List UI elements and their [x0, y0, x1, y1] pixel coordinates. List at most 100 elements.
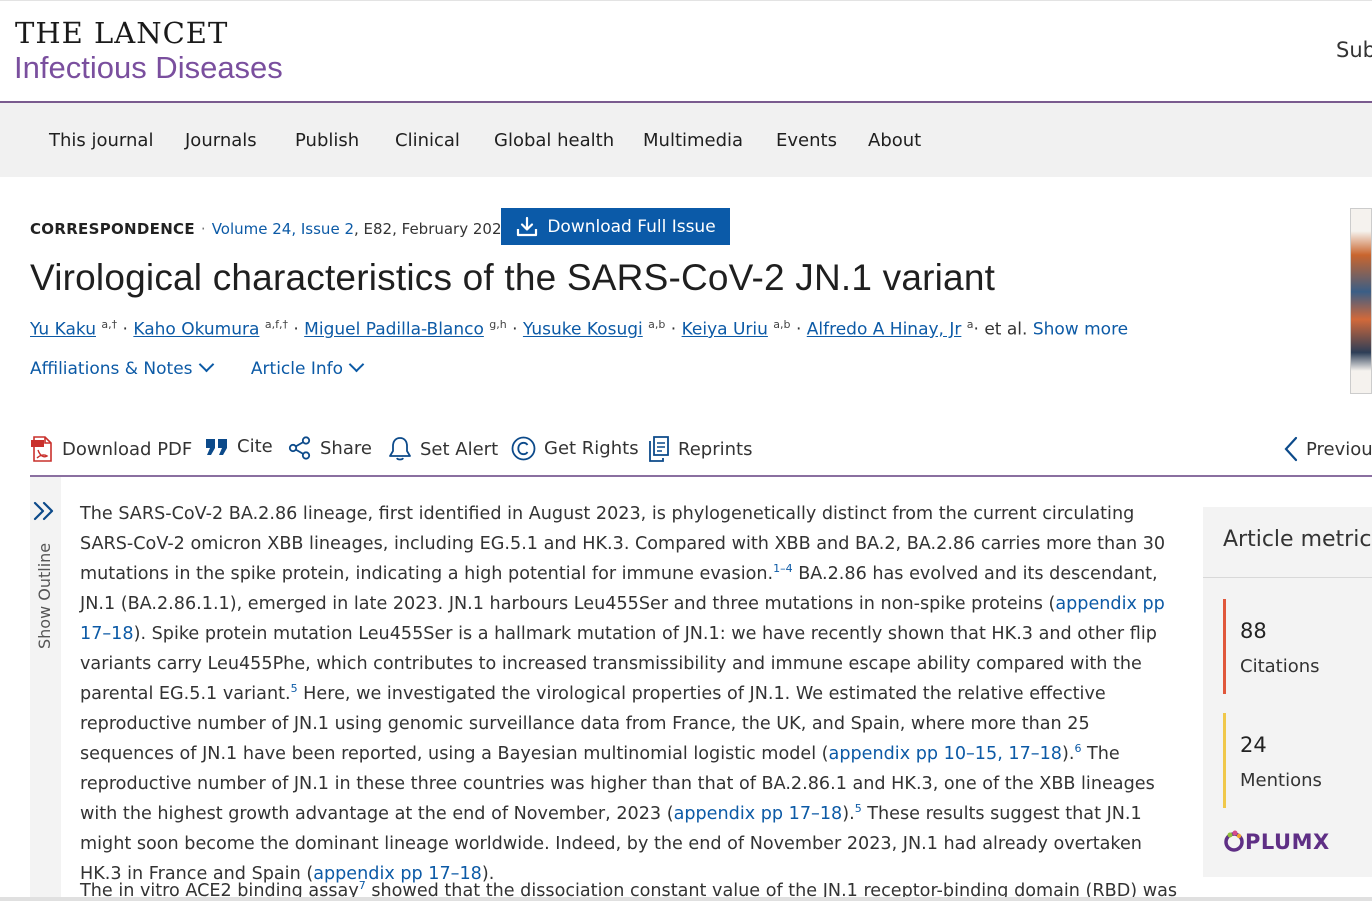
body-text-run: ). [842, 804, 855, 824]
quote-icon [206, 438, 227, 455]
toolbar-divider [30, 475, 1372, 477]
page-date: E82, February 2024 [363, 220, 512, 238]
reference-link[interactable]: 7 [359, 879, 366, 892]
citations-label: Citations [1240, 656, 1320, 677]
article-type: CORRESPONDENCE [30, 220, 195, 238]
body-paragraph: The SARS-CoV-2 BA.2.86 lineage, first id… [80, 499, 1182, 889]
author-affiliation-sup: a,b [773, 318, 791, 331]
author-separator: · [973, 319, 985, 340]
nav-global-health[interactable]: Global health [494, 130, 614, 151]
volume-issue-link[interactable]: Volume 24, Issue 2 [212, 220, 354, 238]
share-label: Share [320, 437, 372, 459]
reprints-label: Reprints [678, 438, 753, 460]
download-pdf-button[interactable]: Download PDF [30, 436, 192, 462]
body-paragraph-2: The in vitro ACE2 binding assay7 showed … [80, 876, 1182, 906]
journal-cover-thumbnail[interactable] [1350, 208, 1372, 394]
nav-events[interactable]: Events [776, 130, 837, 151]
reference-link[interactable]: 1–4 [773, 562, 793, 575]
body-text-run: ). [1061, 744, 1075, 764]
share-icon [288, 436, 311, 460]
nav-about[interactable]: About [868, 130, 921, 151]
citations-count[interactable]: 88 [1240, 619, 1267, 643]
separator-dot: · [200, 220, 206, 238]
author-link[interactable]: Kaho Okumura [133, 320, 259, 340]
reprints-icon [649, 436, 669, 462]
author-separator: · [795, 319, 807, 340]
reference-link[interactable]: 5 [291, 682, 298, 695]
article-info-label: Article Info [250, 359, 344, 379]
author-affiliation-sup: g,h [489, 318, 507, 331]
chevron-left-icon [1284, 436, 1298, 462]
cite-button[interactable]: Cite [205, 436, 273, 457]
share-button[interactable]: Share [288, 436, 372, 460]
brand-lancet-logo[interactable]: THE LANCET [15, 16, 228, 50]
bottom-scroll-edge [0, 897, 1372, 901]
cite-label: Cite [237, 436, 273, 457]
author-link[interactable]: Yu Kaku [30, 320, 96, 340]
reprints-button[interactable]: Reprints [648, 436, 752, 462]
article-body: The SARS-CoV-2 BA.2.86 lineage, first id… [80, 499, 1182, 889]
nav-this-journal[interactable]: This journal [49, 130, 153, 151]
previous-label: Previou [1306, 438, 1372, 460]
set-alert-button[interactable]: Set Alert [388, 436, 498, 462]
author-affiliation-sup: a,† [101, 318, 118, 331]
download-icon [517, 216, 538, 236]
citations-color-bar [1223, 599, 1226, 694]
chevron-down-icon [348, 356, 365, 373]
author-affiliation-sup: a,b [648, 318, 666, 331]
mentions-count[interactable]: 24 [1240, 733, 1267, 757]
main-nav: This journal Journals Publish Clinical G… [0, 103, 1372, 177]
show-more-authors-link[interactable]: Show more [1033, 320, 1128, 340]
nav-clinical[interactable]: Clinical [395, 130, 460, 151]
copyright-icon [511, 436, 536, 461]
nav-publish[interactable]: Publish [295, 130, 359, 151]
bell-icon [389, 437, 411, 461]
download-full-issue-label: Download Full Issue [547, 216, 716, 237]
download-full-issue-button[interactable]: Download Full Issue [501, 208, 730, 245]
metrics-divider [1203, 577, 1372, 578]
affiliations-notes-toggle[interactable]: Affiliations & Notes [30, 356, 214, 379]
author-link[interactable]: Yusuke Kosugi [523, 320, 643, 340]
appendix-link[interactable]: appendix pp 17–18 [674, 804, 843, 824]
plumx-logo[interactable]: PLUMX [1223, 830, 1330, 854]
author-link[interactable]: Alfredo A Hinay, Jr [807, 320, 962, 340]
get-rights-label: Get Rights [544, 438, 639, 459]
get-rights-button[interactable]: Get Rights [511, 436, 639, 461]
mentions-label: Mentions [1240, 770, 1322, 791]
download-pdf-label: Download PDF [62, 438, 193, 460]
article-metrics-title: Article metrics [1223, 527, 1372, 552]
et-al: et al. [984, 319, 1028, 340]
article-info-toggle[interactable]: Article Info [250, 356, 365, 379]
article-title: Virological characteristics of the SARS-… [30, 257, 996, 298]
article-metrics-panel: Article metrics 88 Citations 24 Mentions… [1203, 507, 1372, 877]
author-link[interactable]: Miguel Padilla-Blanco [304, 320, 484, 340]
mentions-color-bar [1223, 713, 1226, 808]
comma: , [353, 220, 364, 238]
article-meta: CORRESPONDENCE · Volume 24, Issue 2, E82, … [30, 220, 511, 238]
pdf-file-icon [31, 436, 52, 462]
show-outline-rail[interactable]: Show Outline [30, 477, 61, 901]
author-separator: · [670, 319, 682, 340]
author-separator: · [293, 319, 305, 340]
chevron-down-icon [198, 356, 214, 373]
author-affiliation-sup: a [966, 318, 974, 331]
nav-multimedia[interactable]: Multimedia [643, 130, 743, 151]
article-details-toggles: Affiliations & Notes Article Info [30, 356, 365, 379]
author-separator: · [122, 319, 134, 340]
author-list: Yu Kaku a,† · Kaho Okumura a,f,† · Migue… [30, 318, 1128, 340]
appendix-link[interactable]: appendix pp 10–15, 17–18 [829, 744, 1062, 764]
subscribe-link[interactable]: Sub [1336, 38, 1372, 62]
set-alert-label: Set Alert [420, 438, 499, 460]
plumx-label: PLUMX [1245, 830, 1330, 854]
plumx-flower-icon [1224, 830, 1244, 852]
double-chevron-right-icon [33, 501, 54, 521]
reference-link[interactable]: 5 [855, 802, 862, 815]
previous-article-link[interactable]: Previou [1284, 436, 1372, 462]
author-affiliation-sup: a,f,† [264, 318, 288, 331]
affiliations-notes-label: Affiliations & Notes [30, 359, 193, 379]
nav-journals[interactable]: Journals [185, 130, 257, 151]
show-outline-label: Show Outline [35, 542, 54, 649]
author-link[interactable]: Keiya Uriu [682, 320, 768, 340]
author-separator: · [512, 319, 523, 340]
brand-journal-name[interactable]: Infectious Diseases [14, 50, 283, 86]
